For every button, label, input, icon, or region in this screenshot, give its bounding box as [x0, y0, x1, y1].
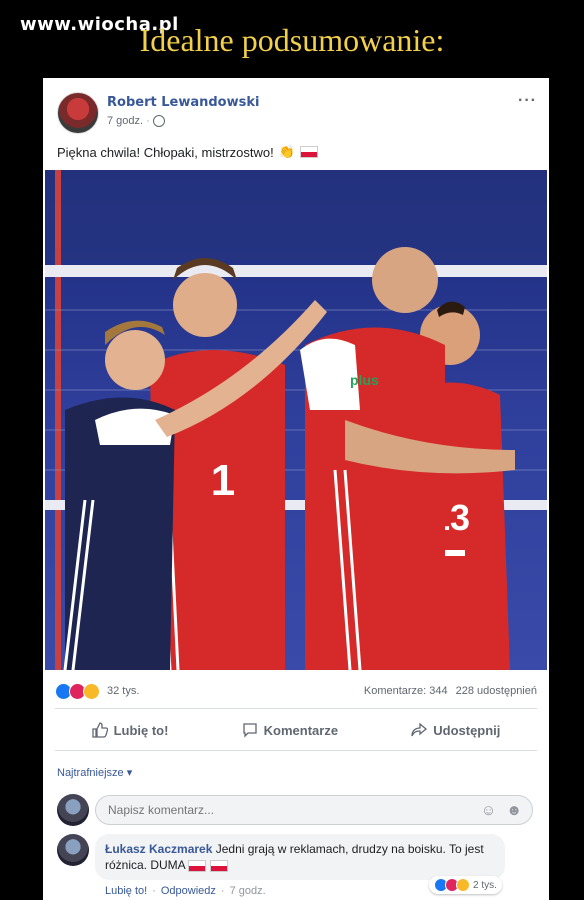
reaction-stats: 32 tys. Komentarze: 344 228 udostępnień: [55, 682, 537, 700]
comment-reply-link[interactable]: Odpowiedz: [161, 885, 216, 897]
comment-time[interactable]: 7 godz.: [230, 885, 266, 897]
author-block: Robert Lewandowski 7 godz. ·: [107, 95, 259, 134]
headline: Idealne podsumowanie:: [139, 22, 445, 58]
comments-count[interactable]: Komentarze: 344: [364, 685, 448, 697]
crowd: [45, 170, 547, 260]
emoji-icon[interactable]: ☺: [481, 802, 496, 819]
meta-separator: ·: [146, 115, 150, 127]
globe-icon: [152, 115, 165, 127]
engagement-counts: Komentarze: 344 228 udostępnień: [364, 685, 537, 697]
svg-text:1: 1: [211, 456, 235, 505]
post-photo[interactable]: 13 plus 1: [45, 170, 547, 670]
link-separator: ·: [220, 885, 225, 897]
clap-emoji-icon: 👏: [278, 144, 295, 159]
more-options-icon[interactable]: ···: [518, 92, 537, 110]
poland-flag-icon: [188, 860, 207, 873]
viewer-avatar[interactable]: [57, 794, 89, 826]
comment-reactions-count: 2 tys.: [473, 879, 497, 891]
comment-icon: [242, 723, 257, 738]
share-button[interactable]: Udostępnij: [411, 722, 500, 738]
share-label: Udostępnij: [433, 722, 501, 738]
reactions-count: 32 tys.: [107, 685, 140, 697]
link-separator: ·: [152, 885, 156, 897]
comment-bubble: Łukasz Kaczmarek Jedni grają w reklamach…: [95, 834, 505, 881]
net-top-band: [45, 265, 547, 277]
comment-input-box[interactable]: ☺ ☻: [95, 795, 533, 825]
thumbs-up-icon: [91, 722, 108, 738]
comment-composer: ☺ ☻: [57, 794, 533, 826]
net-post: [55, 170, 61, 670]
commenter-name[interactable]: Łukasz Kaczmarek: [105, 842, 212, 856]
poland-flag-icon: [299, 146, 318, 158]
post-header: Robert Lewandowski 7 godz. ·: [57, 92, 259, 134]
facebook-post-card: Robert Lewandowski 7 godz. · ··· Piękna …: [43, 78, 549, 900]
author-name[interactable]: Robert Lewandowski: [107, 95, 259, 110]
action-bar: Lubię to! Komentarze Udostępnij: [55, 718, 537, 742]
svg-text:plus: plus: [350, 372, 379, 388]
sticker-icon[interactable]: ☻: [506, 802, 522, 819]
author-avatar[interactable]: [57, 92, 99, 134]
reaction-summary[interactable]: 32 tys.: [55, 682, 140, 700]
like-label: Lubię to!: [113, 722, 169, 738]
poland-flag-icon: [209, 860, 228, 873]
comment-actions: Lubię to! · Odpowiedz · 7 godz.: [105, 885, 266, 897]
comment-label: Komentarze: [263, 722, 339, 738]
haha-reaction-icon: [456, 878, 470, 892]
divider-top: [55, 708, 537, 709]
divider-bottom: [55, 750, 537, 751]
sort-label: Najtrafniejsze: [57, 767, 124, 779]
post-text-content: Piękna chwila! Chłopaki, mistrzostwo!: [57, 144, 274, 160]
comment-like-link[interactable]: Lubię to!: [105, 885, 147, 897]
comment-sort-dropdown[interactable]: Najtrafniejsze ▾: [57, 766, 132, 779]
shares-count[interactable]: 228 udostępnień: [456, 685, 537, 697]
post-meta: 7 godz. ·: [107, 115, 259, 127]
like-button[interactable]: Lubię to!: [91, 722, 169, 738]
post-time[interactable]: 7 godz.: [107, 115, 143, 127]
composer-icons: ☺ ☻: [481, 802, 522, 819]
comment-item: Łukasz Kaczmarek Jedni grają w reklamach…: [57, 834, 505, 881]
post-text: Piękna chwila! Chłopaki, mistrzostwo! 👏: [57, 144, 318, 160]
commenter-avatar[interactable]: [57, 834, 89, 866]
comment-reactions[interactable]: 2 tys.: [429, 876, 502, 894]
wow-reaction-icon: [83, 682, 100, 700]
caret-down-icon: ▾: [126, 767, 133, 779]
volleyball-photo: 13 plus 1: [45, 170, 547, 670]
share-arrow-icon: [411, 722, 428, 737]
comment-button[interactable]: Komentarze: [242, 722, 338, 738]
comment-input[interactable]: [106, 802, 410, 818]
